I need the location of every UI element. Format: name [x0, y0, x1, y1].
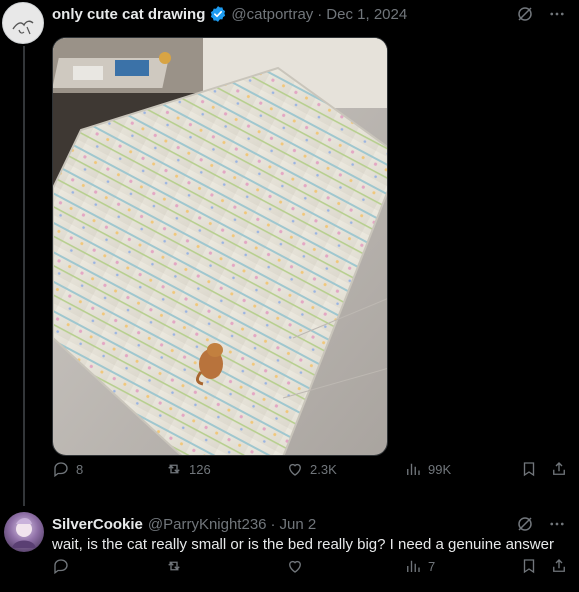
reply-author-handle[interactable]: @ParryKnight236: [148, 516, 267, 533]
post-date[interactable]: Dec 1, 2024: [326, 6, 407, 23]
like-count: 2.3K: [310, 461, 337, 477]
reply-text: wait, is the cat really small or is the …: [52, 536, 554, 553]
separator-dot: ·: [317, 5, 323, 23]
repost-button[interactable]: [165, 557, 183, 575]
thread-line: [23, 46, 25, 506]
cat-on-bed-photo: [53, 38, 387, 455]
repost-count: 126: [189, 461, 211, 477]
grok-icon[interactable]: [515, 4, 535, 24]
bookmark-button[interactable]: [520, 460, 538, 478]
post-header: only cute cat drawing @catportray · Dec …: [52, 4, 579, 24]
heart-icon: [289, 463, 301, 476]
reply-count: 8: [76, 461, 84, 477]
reply-button[interactable]: [52, 557, 70, 575]
reply-icon: [54, 559, 68, 575]
like-button[interactable]: 2.3K: [286, 460, 337, 478]
bookmark-icon: [523, 559, 535, 574]
repost-button[interactable]: 126: [165, 460, 211, 478]
reply-date[interactable]: Jun 2: [280, 516, 317, 533]
post-image[interactable]: [52, 37, 388, 456]
anime-character-avatar-icon: [12, 518, 36, 548]
verified-badge-icon: [211, 6, 226, 22]
views-button[interactable]: 99K: [404, 460, 451, 478]
reply-header: SilverCookie @ParryKnight236 · Jun 2: [52, 514, 579, 534]
author-avatar[interactable]: [2, 2, 44, 44]
share-icon: [553, 462, 565, 475]
bookmark-button[interactable]: [520, 557, 538, 575]
reply-views-count: 7: [428, 558, 436, 574]
views-button[interactable]: 7: [404, 557, 435, 575]
bookmark-icon: [523, 462, 535, 477]
views-count: 99K: [428, 461, 452, 477]
heart-icon: [289, 560, 301, 573]
reply-author-name[interactable]: SilverCookie: [52, 516, 143, 533]
more-icon[interactable]: [547, 4, 567, 24]
reply-button[interactable]: 8: [52, 460, 83, 478]
reply-icon: [54, 462, 68, 478]
like-button[interactable]: [286, 557, 304, 575]
author-handle[interactable]: @catportray: [231, 6, 313, 23]
more-icon[interactable]: [547, 514, 567, 534]
repost-icon: [168, 464, 180, 474]
views-icon: [407, 560, 420, 572]
grok-icon[interactable]: [515, 514, 535, 534]
repost-icon: [168, 561, 180, 571]
share-button[interactable]: [550, 460, 568, 478]
author-name[interactable]: only cute cat drawing: [52, 6, 205, 23]
views-icon: [407, 463, 420, 475]
reply-author-avatar[interactable]: [4, 512, 44, 552]
reply-separator-dot: ·: [270, 515, 276, 533]
share-button[interactable]: [550, 557, 568, 575]
sketch-cat-avatar-icon: [12, 20, 34, 35]
share-icon: [553, 559, 565, 572]
